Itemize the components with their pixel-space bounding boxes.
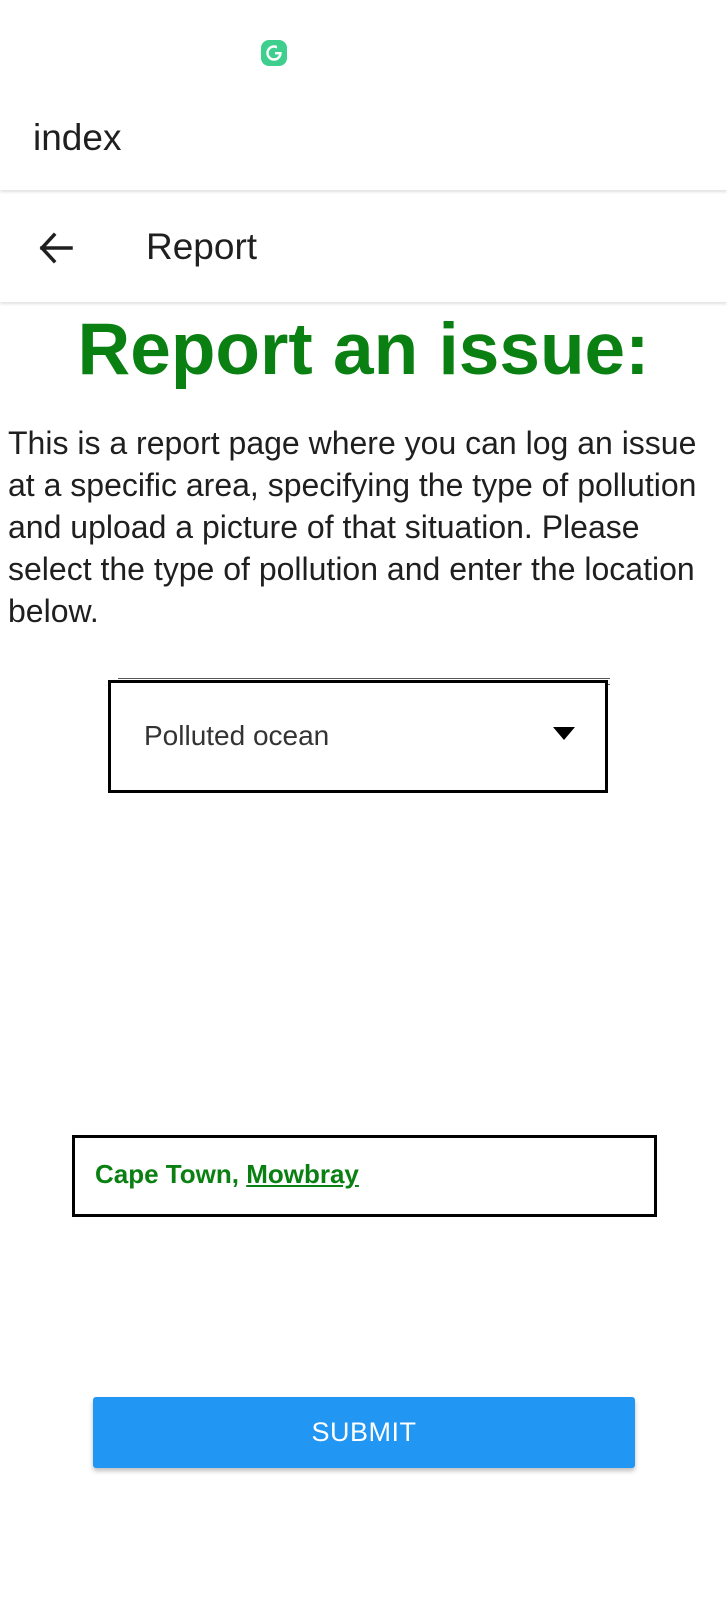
report-header: Report bbox=[0, 192, 727, 302]
status-bar bbox=[0, 0, 727, 90]
report-heading: Report an issue: bbox=[77, 309, 650, 390]
location-city: Cape Town, bbox=[95, 1159, 247, 1189]
back-button[interactable] bbox=[28, 220, 84, 276]
pollution-type-select[interactable]: Polluted ocean bbox=[108, 680, 608, 793]
submit-button[interactable]: SUBMIT bbox=[93, 1397, 635, 1468]
app-bar: index bbox=[0, 90, 727, 190]
location-suburb: Mowbray bbox=[246, 1159, 359, 1189]
arrow-left-icon bbox=[39, 232, 73, 264]
caret-down-icon bbox=[553, 727, 575, 740]
report-description: This is a report page where you can log … bbox=[8, 425, 697, 629]
app-notification-icon bbox=[261, 40, 287, 66]
pollution-type-selected-value: Polluted ocean bbox=[144, 720, 330, 751]
location-input[interactable]: Cape Town, Mowbray bbox=[72, 1135, 657, 1217]
report-screen: index Report Report an issue: This is a … bbox=[0, 0, 727, 1600]
location-value: Cape Town, Mowbray bbox=[95, 1157, 359, 1191]
app-bar-title: index bbox=[33, 117, 122, 158]
report-page-title: Report bbox=[146, 226, 258, 267]
g-letter-icon bbox=[266, 45, 283, 61]
